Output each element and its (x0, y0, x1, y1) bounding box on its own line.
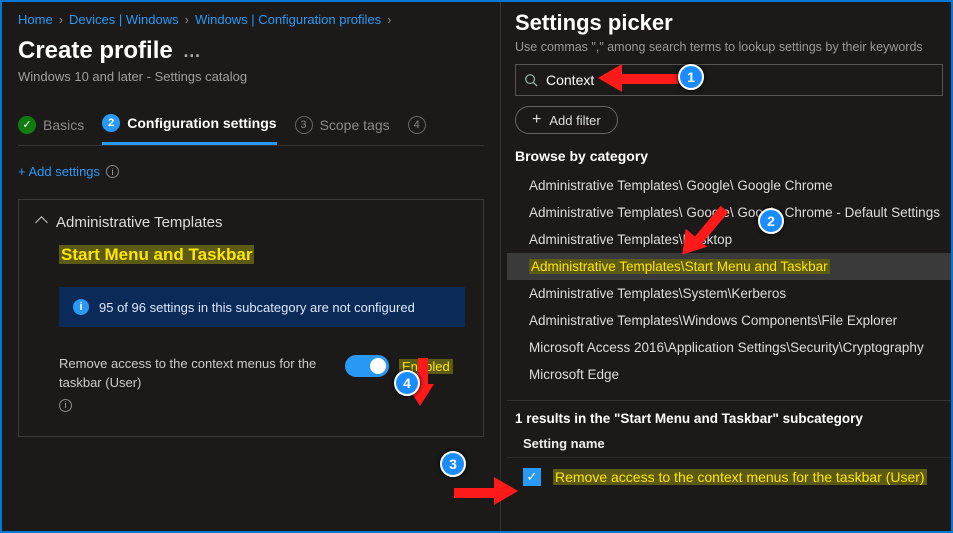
more-actions-button[interactable]: … (183, 41, 203, 62)
wizard-steps: Basics 2 Configuration settings 3 Scope … (18, 114, 484, 146)
category-item[interactable]: Administrative Templates\ Google\ Google… (507, 172, 951, 199)
category-list: Administrative Templates\ Google\ Google… (507, 170, 951, 390)
check-icon (18, 116, 36, 134)
annotation-bubble-4: 4 (394, 370, 420, 396)
breadcrumb: Home › Devices | Windows › Windows | Confi… (18, 12, 484, 27)
column-header-setting-name: Setting name (507, 428, 951, 457)
category-item[interactable]: Microsoft Access 2016\Application Settin… (507, 334, 951, 361)
chevron-right-icon: › (387, 12, 391, 27)
category-item[interactable]: Administrative Templates\ Google\ Google… (507, 199, 951, 226)
enabled-toggle[interactable] (345, 355, 389, 377)
search-icon (524, 73, 538, 87)
step-basics[interactable]: Basics (18, 116, 84, 144)
panel-header[interactable]: Administrative Templates (37, 214, 465, 231)
plus-icon: + (532, 112, 541, 128)
category-item[interactable]: Administrative Templates\System\Kerberos (507, 280, 951, 307)
annotation-bubble-1: 1 (678, 64, 704, 90)
category-item[interactable]: Administrative Templates\Windows Compone… (507, 307, 951, 334)
result-row[interactable]: ✓ Remove access to the context menus for… (507, 457, 951, 496)
crumb-devices[interactable]: Devices | Windows (69, 12, 179, 27)
step-four[interactable]: 4 (408, 116, 426, 144)
settings-picker-subtitle: Use commas "," among search terms to loo… (507, 36, 951, 64)
category-item[interactable]: Microsoft Edge (507, 361, 951, 388)
result-name: Remove access to the context menus for t… (553, 469, 927, 485)
config-notice: i 95 of 96 settings in this subcategory … (59, 287, 465, 327)
results-summary: 1 results in the "Start Menu and Taskbar… (507, 400, 951, 428)
step-configuration-settings[interactable]: 2 Configuration settings (102, 114, 276, 145)
add-settings-link[interactable]: + Add settings i (18, 164, 484, 179)
page-title: Create profile … (18, 37, 484, 65)
step-scope-tags[interactable]: 3 Scope tags (295, 116, 390, 144)
info-icon: i (59, 399, 72, 412)
browse-by-category-label: Browse by category (507, 144, 951, 170)
info-icon: i (73, 299, 89, 315)
subcategory-title: Start Menu and Taskbar (59, 245, 465, 265)
annotation-bubble-3: 3 (440, 451, 466, 477)
step-number-icon: 2 (102, 114, 120, 132)
info-icon: i (106, 165, 119, 178)
crumb-home[interactable]: Home (18, 12, 53, 27)
category-item[interactable]: Administrative Templates\Start Menu and … (507, 253, 951, 280)
step-number-icon: 4 (408, 116, 426, 134)
page-subtitle: Windows 10 and later - Settings catalog (18, 69, 484, 84)
step-number-icon: 3 (295, 116, 313, 134)
annotation-bubble-2: 2 (758, 208, 784, 234)
setting-label: Remove access to the context menus for t… (59, 355, 319, 412)
chevron-up-icon (37, 214, 46, 231)
add-filter-button[interactable]: + Add filter (515, 106, 618, 134)
checkbox-checked-icon[interactable]: ✓ (523, 468, 541, 486)
chevron-right-icon: › (185, 12, 189, 27)
chevron-right-icon: › (59, 12, 63, 27)
search-box[interactable] (515, 64, 943, 96)
category-item[interactable]: Administrative Templates\Desktop (507, 226, 951, 253)
settings-picker-title: Settings picker (507, 10, 951, 36)
crumb-profiles[interactable]: Windows | Configuration profiles (195, 12, 381, 27)
